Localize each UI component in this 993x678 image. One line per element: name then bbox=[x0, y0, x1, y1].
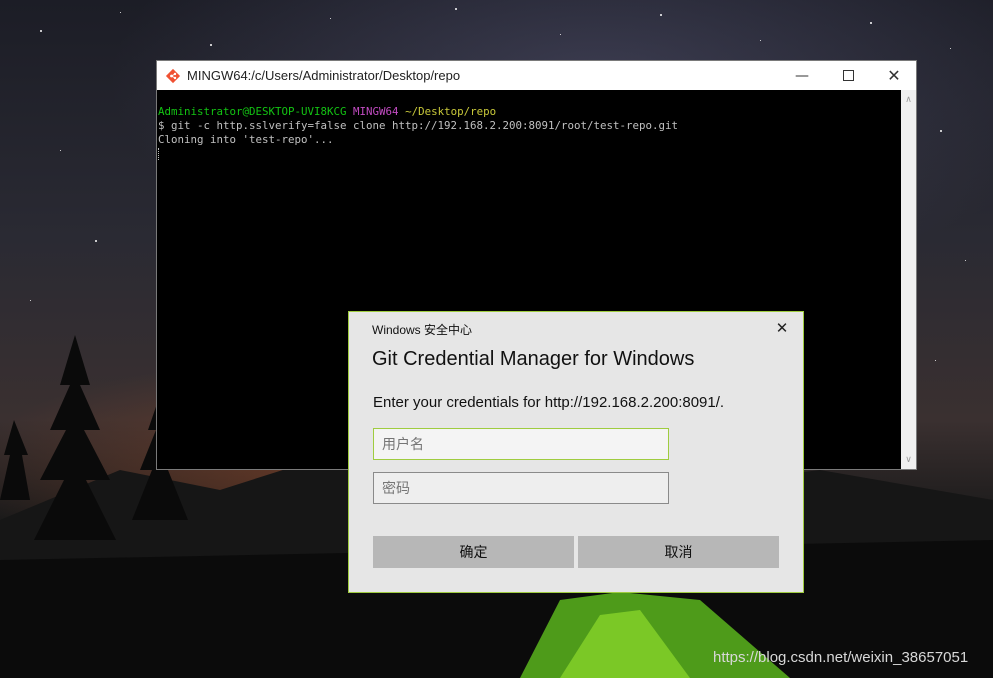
terminal-output-line: Cloning into 'test-repo'... bbox=[158, 133, 334, 146]
watermark-text: https://blog.csdn.net/weixin_38657051 bbox=[713, 649, 969, 666]
cancel-button[interactable]: 取消 bbox=[578, 536, 779, 568]
terminal-title: MINGW64:/c/Users/Administrator/Desktop/r… bbox=[187, 68, 461, 83]
prompt-path: ~/Desktop/repo bbox=[405, 105, 497, 118]
close-button[interactable]: ✕ bbox=[871, 61, 917, 90]
terminal-command-line: $ git -c http.sslverify=false clone http… bbox=[158, 119, 679, 132]
git-app-icon bbox=[165, 68, 181, 83]
scroll-up-arrow-icon[interactable]: ∧ bbox=[901, 92, 916, 107]
terminal-prompt-line: Administrator@DESKTOP-UVI8KCG MINGW64 ~/… bbox=[158, 105, 901, 119]
scroll-down-arrow-icon[interactable]: ∨ bbox=[901, 452, 916, 467]
terminal-titlebar[interactable]: MINGW64:/c/Users/Administrator/Desktop/r… bbox=[157, 61, 916, 90]
terminal-scrollbar[interactable]: ∧ ∨ bbox=[901, 90, 916, 469]
dialog-message: Enter your credentials for http://192.16… bbox=[373, 394, 725, 411]
credential-dialog: Windows 安全中心 ✕ Git Credential Manager fo… bbox=[348, 311, 804, 593]
maximize-icon bbox=[842, 70, 854, 81]
username-field[interactable] bbox=[373, 428, 669, 460]
minimize-icon: — bbox=[795, 67, 809, 84]
maximize-button[interactable] bbox=[825, 61, 871, 90]
password-field[interactable] bbox=[373, 472, 669, 504]
close-icon: ✕ bbox=[887, 66, 901, 85]
dialog-caption: Windows 安全中心 bbox=[372, 323, 473, 337]
prompt-env: MINGW64 bbox=[353, 105, 399, 118]
minimize-button[interactable]: — bbox=[779, 61, 825, 90]
terminal-cursor bbox=[158, 148, 160, 160]
dialog-heading: Git Credential Manager for Windows bbox=[372, 348, 695, 370]
prompt-user-host: Administrator@DESKTOP-UVI8KCG bbox=[158, 105, 347, 118]
close-icon: ✕ bbox=[775, 320, 789, 337]
dialog-close-button[interactable]: ✕ bbox=[769, 316, 795, 340]
ok-button[interactable]: 确定 bbox=[373, 536, 574, 568]
desktop-wallpaper: MINGW64:/c/Users/Administrator/Desktop/r… bbox=[0, 0, 993, 678]
